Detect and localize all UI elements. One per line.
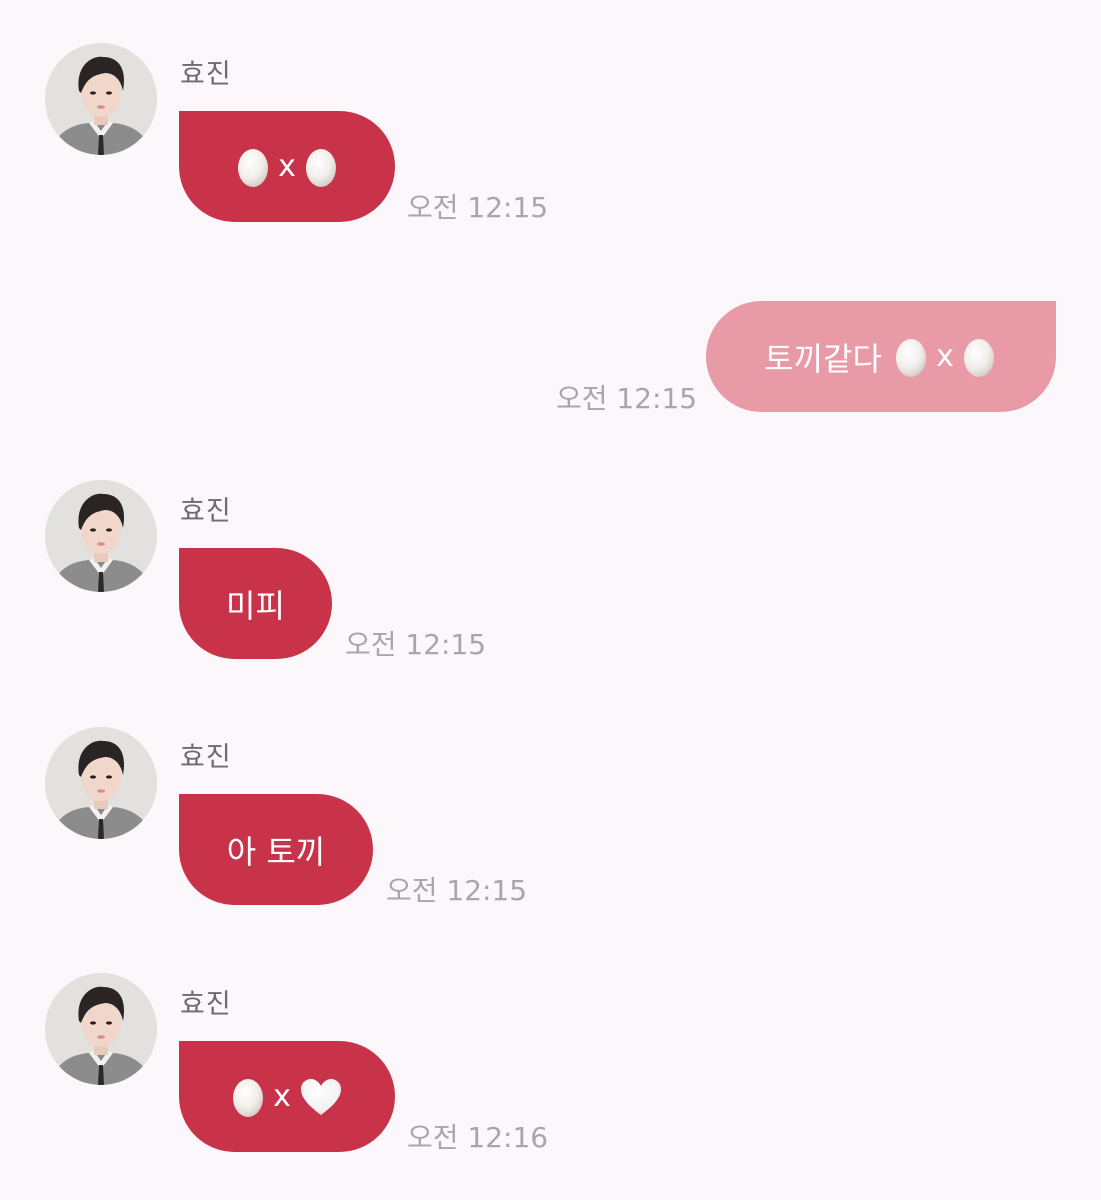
message-text: 미피 xyxy=(226,586,285,625)
egg-icon xyxy=(233,1078,264,1117)
message-bubble-incoming[interactable]: x xyxy=(179,1041,395,1152)
sender-name: 효진 xyxy=(180,989,232,1020)
chat-view: 효진 x 오전 12:15 오전 12:15 토끼같다 x 효진 미피 오전 1… xyxy=(0,0,1101,1200)
message-bubble-incoming[interactable]: 아 토끼 xyxy=(179,794,373,905)
message-bubble-incoming[interactable]: 미피 xyxy=(179,548,332,659)
egg-icon xyxy=(963,338,994,377)
x-text: x xyxy=(278,149,296,184)
x-text: x xyxy=(936,339,954,374)
message-timestamp: 오전 12:15 xyxy=(556,382,698,415)
avatar[interactable] xyxy=(45,480,157,592)
avatar[interactable] xyxy=(45,973,157,1085)
sender-name: 효진 xyxy=(180,496,232,527)
white-heart-icon xyxy=(300,1078,341,1115)
avatar[interactable] xyxy=(45,727,157,839)
message-text: 아 토끼 xyxy=(226,832,326,871)
egg-icon xyxy=(305,148,336,187)
sender-name: 효진 xyxy=(180,59,232,90)
message-timestamp: 오전 12:15 xyxy=(407,191,549,224)
message-timestamp: 오전 12:15 xyxy=(386,874,528,907)
sender-name: 효진 xyxy=(180,742,232,773)
message-bubble-incoming[interactable]: x xyxy=(179,111,395,222)
message-bubble-outgoing[interactable]: 토끼같다 x xyxy=(706,301,1056,412)
egg-icon xyxy=(896,338,927,377)
message-text: 토끼같다 xyxy=(764,339,893,378)
x-text: x xyxy=(273,1079,291,1114)
egg-icon xyxy=(238,148,269,187)
message-timestamp: 오전 12:16 xyxy=(407,1121,549,1154)
avatar[interactable] xyxy=(45,43,157,155)
message-timestamp: 오전 12:15 xyxy=(345,628,487,661)
